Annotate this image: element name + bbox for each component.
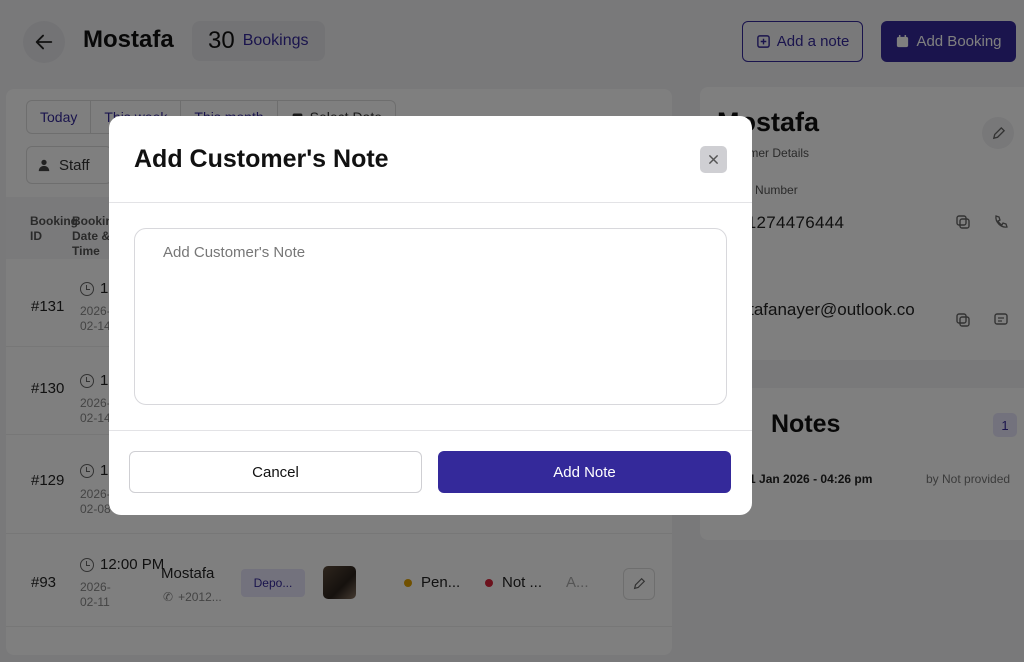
cancel-button[interactable]: Cancel (129, 451, 422, 493)
note-textarea[interactable] (134, 228, 727, 405)
close-icon (709, 155, 718, 164)
modal-divider (109, 202, 752, 203)
add-note-modal: Add Customer's Note Cancel Add Note (109, 116, 752, 515)
add-note-submit-button[interactable]: Add Note (438, 451, 731, 493)
modal-title: Add Customer's Note (134, 145, 389, 173)
modal-close-button[interactable] (700, 146, 727, 173)
modal-divider (109, 430, 752, 431)
